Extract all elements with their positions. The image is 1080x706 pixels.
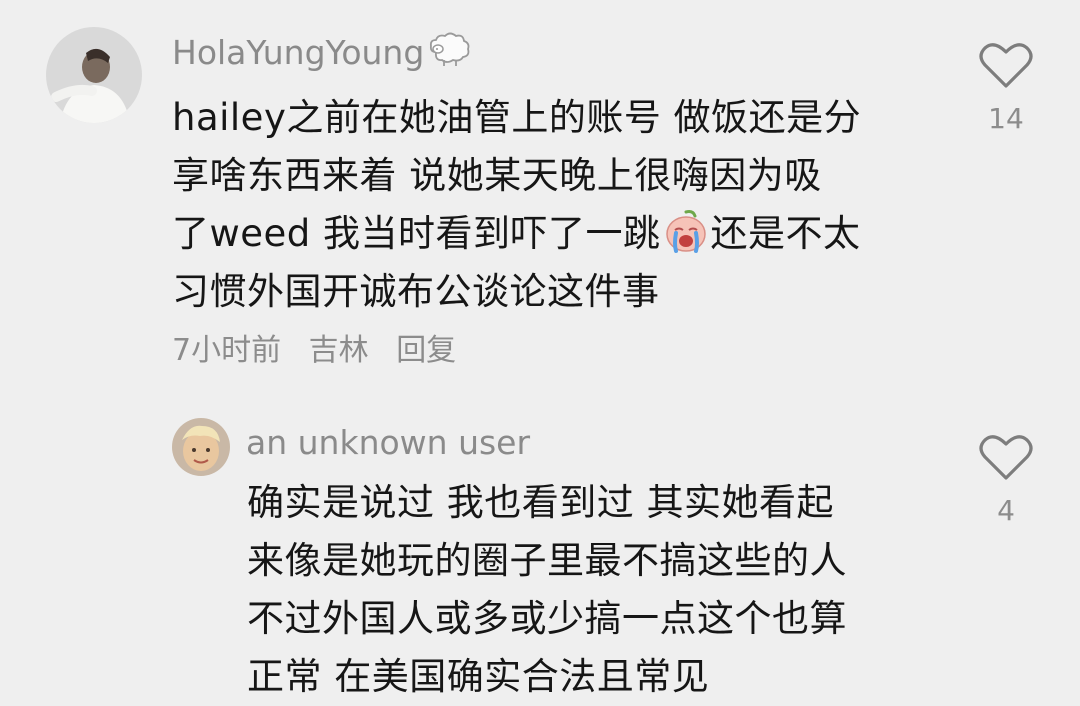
comment-line: 确实是说过 我也看到过 其实她看起 <box>247 481 835 524</box>
sheep-icon <box>426 30 472 70</box>
comment-line: hailey之前在她油管上的账号 做饭还是分 <box>172 96 862 139</box>
comment-line: 正常 在美国确实合法且常见 <box>247 655 710 698</box>
comment-meta: 7小时前 吉林 回复 <box>172 331 456 371</box>
heart-icon[interactable] <box>979 432 1033 482</box>
crying-face-emoji-icon <box>663 208 709 254</box>
like-button[interactable]: 14 <box>976 40 1036 136</box>
username-text[interactable]: HolaYungYoung <box>172 33 424 72</box>
comment-line: 享啥东西来着 说她某天晚上很嗨因为吸 <box>172 154 822 197</box>
comment-username[interactable]: HolaYungYoung <box>172 30 472 73</box>
reply-button[interactable]: 回复 <box>396 333 456 368</box>
comment-line-segment: 了weed 我当时看到吓了一跳 <box>172 212 661 255</box>
avatar[interactable] <box>172 418 230 476</box>
comment-text: hailey之前在她油管上的账号 做饭还是分 享啥东西来着 说她某天晚上很嗨因为… <box>172 89 861 321</box>
heart-icon[interactable] <box>979 40 1033 90</box>
comment-line: 了weed 我当时看到吓了一跳 还是不太 <box>172 205 861 263</box>
avatar[interactable] <box>46 27 142 123</box>
comment-text: 确实是说过 我也看到过 其实她看起 来像是她玩的圈子里最不搞这些的人 不过外国人… <box>247 474 847 706</box>
comment-line-segment: 还是不太 <box>710 212 861 255</box>
like-count: 4 <box>997 494 1015 527</box>
comment-username[interactable]: an unknown user <box>246 423 530 463</box>
comment-time: 7小时前 <box>172 333 282 368</box>
like-count: 14 <box>988 102 1024 135</box>
comment-line: 不过外国人或多或少搞一点这个也算 <box>247 597 847 640</box>
comment-location: 吉林 <box>308 333 369 368</box>
like-button[interactable]: 4 <box>976 432 1036 528</box>
comment-line: 习惯外国开诚布公谈论这件事 <box>172 270 660 313</box>
comment-line: 来像是她玩的圈子里最不搞这些的人 <box>247 539 847 582</box>
